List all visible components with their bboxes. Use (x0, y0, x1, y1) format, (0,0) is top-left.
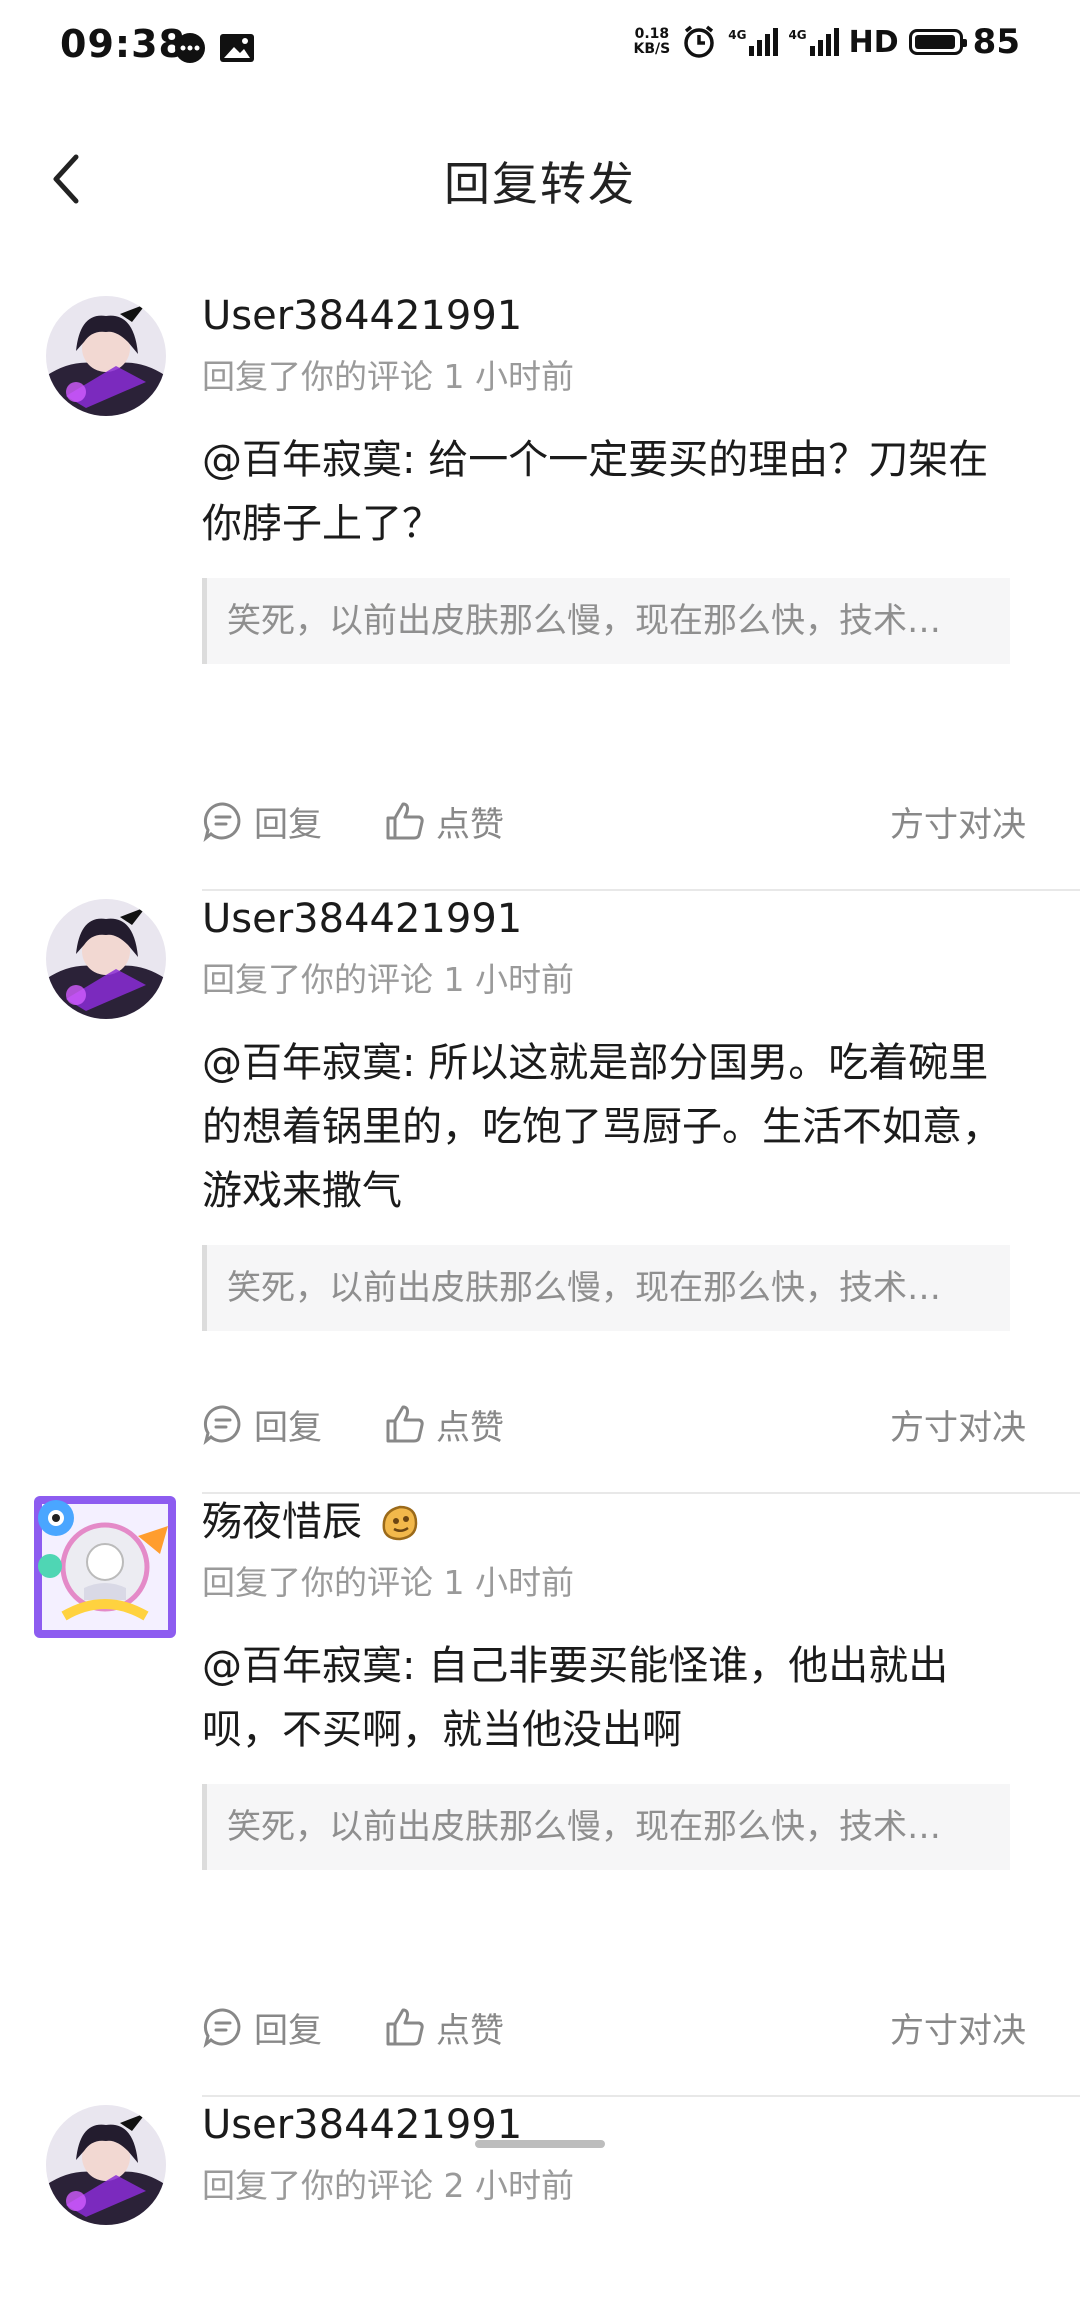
username[interactable]: User384421991 (202, 2097, 1080, 2153)
anime-girl-avatar-icon (46, 899, 166, 1019)
colorful-frame-avatar-icon (34, 1496, 176, 1638)
anime-girl-avatar-icon (46, 296, 166, 416)
thumbs-up-icon (386, 802, 424, 840)
avatar[interactable] (46, 296, 166, 416)
thumbs-up-icon (386, 2008, 424, 2046)
source-label[interactable]: 方寸对决 (890, 1400, 1026, 1449)
reply-meta: 回复了你的评论 1 小时前 (202, 1563, 574, 1602)
like-button[interactable]: 点赞 (384, 1400, 504, 1449)
avatar[interactable] (46, 899, 166, 1019)
cookie-badge-icon (382, 1505, 418, 1541)
page-title: 回复转发 (444, 157, 636, 211)
reply-content: 殇夜惜辰 回复了你的评论 1 小时前 @百年寂寞: 自己非要买能怪谁，他出就出呗… (202, 1494, 1080, 1870)
reply-button[interactable]: 回复 (202, 2003, 322, 2052)
comment-icon (203, 802, 241, 842)
battery-level: 85 (972, 22, 1020, 62)
network-speed: 0.18 KB/S (633, 26, 671, 57)
reply-content: User384421991 回复了你的评论 2 小时前 (202, 2097, 1080, 2207)
signal-icon-2: 4G (788, 28, 839, 56)
action-bar: 回复 点赞 方寸对决 (202, 1394, 1080, 1454)
quoted-comment[interactable]: 笑死，以前出皮肤那么慢，现在那么快，技术… (202, 578, 1010, 664)
action-bar: 回复 点赞 方寸对决 (202, 1997, 1080, 2057)
reply-text: @百年寂寞: 给一个一定要买的理由？刀架在你脖子上了？ (202, 437, 989, 547)
page-header: 回复转发 (0, 100, 1080, 260)
reply-text: @百年寂寞: 自己非要买能怪谁，他出就出呗，不买啊，就当他没出啊 (202, 1643, 949, 1753)
reply-text: @百年寂寞: 所以这就是部分国男。吃着碗里的想着锅里的，吃饱了骂厨子。生活不如意… (202, 1040, 1002, 1214)
username[interactable]: User384421991 (202, 288, 1080, 344)
quoted-comment[interactable]: 笑死，以前出皮肤那么慢，现在那么快，技术… (202, 1784, 1010, 1870)
anime-girl-avatar-icon (46, 2105, 166, 2225)
home-indicator[interactable] (475, 2140, 605, 2148)
status-time: 09:38 (60, 22, 186, 66)
chat-bubble-icon (175, 33, 205, 63)
source-label[interactable]: 方寸对决 (890, 797, 1026, 846)
reply-content: User384421991 回复了你的评论 1 小时前 @百年寂寞: 所以这就是… (202, 891, 1080, 1331)
avatar[interactable] (46, 2105, 166, 2225)
username[interactable]: User384421991 (202, 891, 1080, 947)
reply-button[interactable]: 回复 (202, 1400, 322, 1449)
status-right-group: 0.18 KB/S 4G 4G HD 85 (634, 22, 1020, 62)
signal-icon-1: 4G (728, 28, 779, 56)
action-bar: 回复 点赞 方寸对决 (202, 791, 1080, 851)
quoted-comment[interactable]: 笑死，以前出皮肤那么慢，现在那么快，技术… (202, 1245, 1010, 1331)
username[interactable]: 殇夜惜辰 (202, 1494, 1080, 1550)
list-item[interactable]: User384421991 回复了你的评论 1 小时前 @百年寂寞: 所以这就是… (0, 891, 1080, 1494)
list-item[interactable]: 殇夜惜辰 回复了你的评论 1 小时前 @百年寂寞: 自己非要买能怪谁，他出就出呗… (0, 1494, 1080, 2097)
comment-icon (203, 2008, 241, 2048)
comment-icon (203, 1405, 241, 1445)
list-item[interactable]: User384421991 回复了你的评论 2 小时前 (0, 2097, 1080, 2317)
reply-meta: 回复了你的评论 1 小时前 (202, 960, 574, 999)
reply-list: User384421991 回复了你的评论 1 小时前 @百年寂寞: 给一个一定… (0, 288, 1080, 2317)
like-button[interactable]: 点赞 (384, 2003, 504, 2052)
status-bar: 09:38 0.18 KB/S 4G 4G HD 85 (0, 0, 1080, 100)
source-label[interactable]: 方寸对决 (890, 2003, 1026, 2052)
reply-meta: 回复了你的评论 2 小时前 (202, 2166, 574, 2205)
hd-indicator: HD (848, 24, 899, 60)
reply-button[interactable]: 回复 (202, 797, 322, 846)
image-message-icon (220, 34, 254, 62)
reply-content: User384421991 回复了你的评论 1 小时前 @百年寂寞: 给一个一定… (202, 288, 1080, 664)
avatar[interactable] (34, 1496, 176, 1638)
battery-icon (908, 29, 967, 55)
like-button[interactable]: 点赞 (384, 797, 504, 846)
notification-icons (172, 30, 256, 66)
list-item[interactable]: User384421991 回复了你的评论 1 小时前 @百年寂寞: 给一个一定… (0, 288, 1080, 891)
thumbs-up-icon (386, 1405, 424, 1443)
reply-meta: 回复了你的评论 1 小时前 (202, 357, 574, 396)
alarm-icon (684, 25, 714, 58)
